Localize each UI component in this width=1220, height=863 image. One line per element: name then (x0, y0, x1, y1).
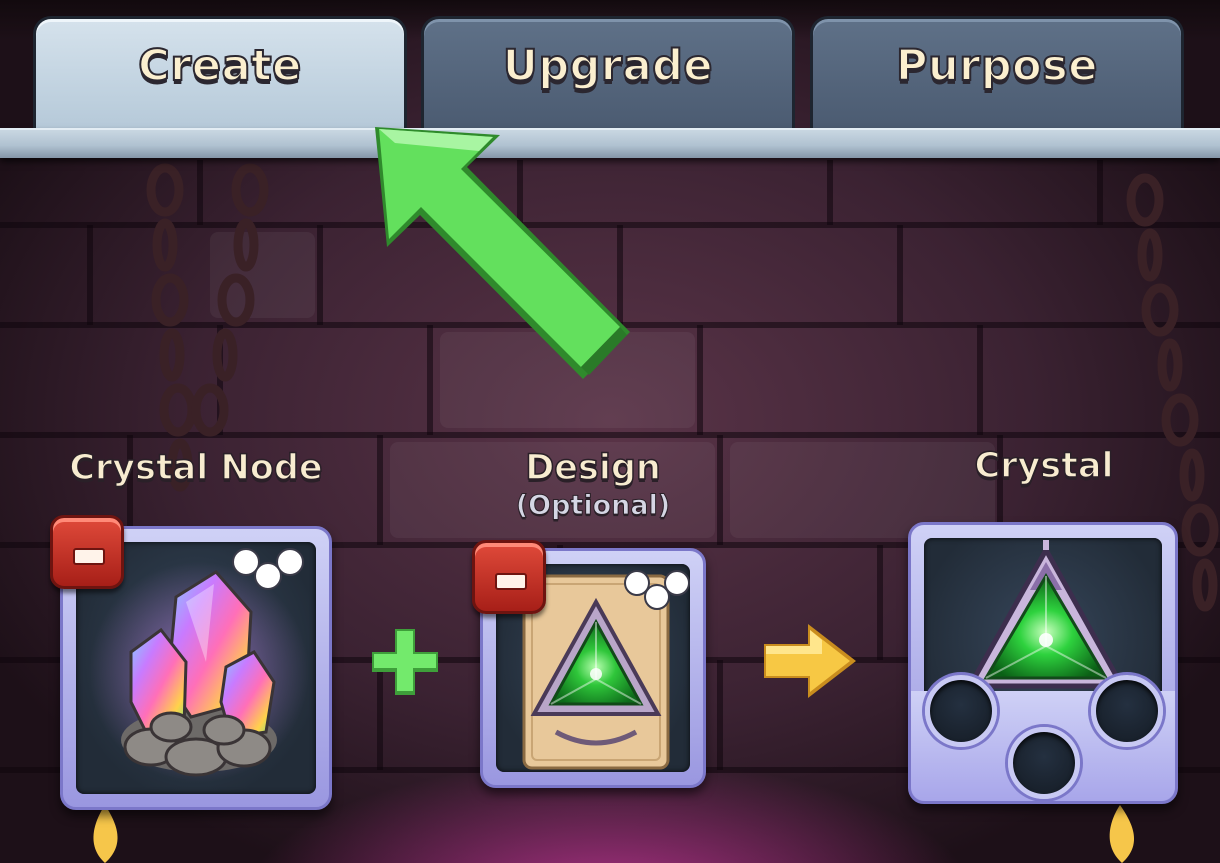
crystal-result-slot[interactable] (908, 522, 1178, 804)
crystal-socket-right[interactable] (1091, 675, 1163, 747)
green-pointer-arrow-icon (375, 127, 630, 379)
plus-icon (372, 629, 438, 695)
tab-purpose-label: Purpose (895, 40, 1098, 92)
remove-crystal-node-button[interactable] (50, 515, 124, 589)
crystal-socket-left[interactable] (925, 675, 997, 747)
tab-purpose[interactable]: Purpose (810, 16, 1184, 134)
design-optional-label: (Optional) (515, 490, 671, 522)
design-label: Design (524, 447, 661, 489)
tab-upgrade-label: Upgrade (502, 40, 714, 92)
crystal-socket-bottom[interactable] (1008, 727, 1080, 799)
crystal-label: Crystal (974, 445, 1114, 487)
remove-design-button[interactable] (472, 540, 546, 614)
tab-create[interactable]: Create (33, 16, 407, 134)
crystal-node-label: Crystal Node (69, 447, 324, 489)
right-arrow-icon (764, 624, 856, 698)
tab-create-label: Create (137, 40, 302, 92)
